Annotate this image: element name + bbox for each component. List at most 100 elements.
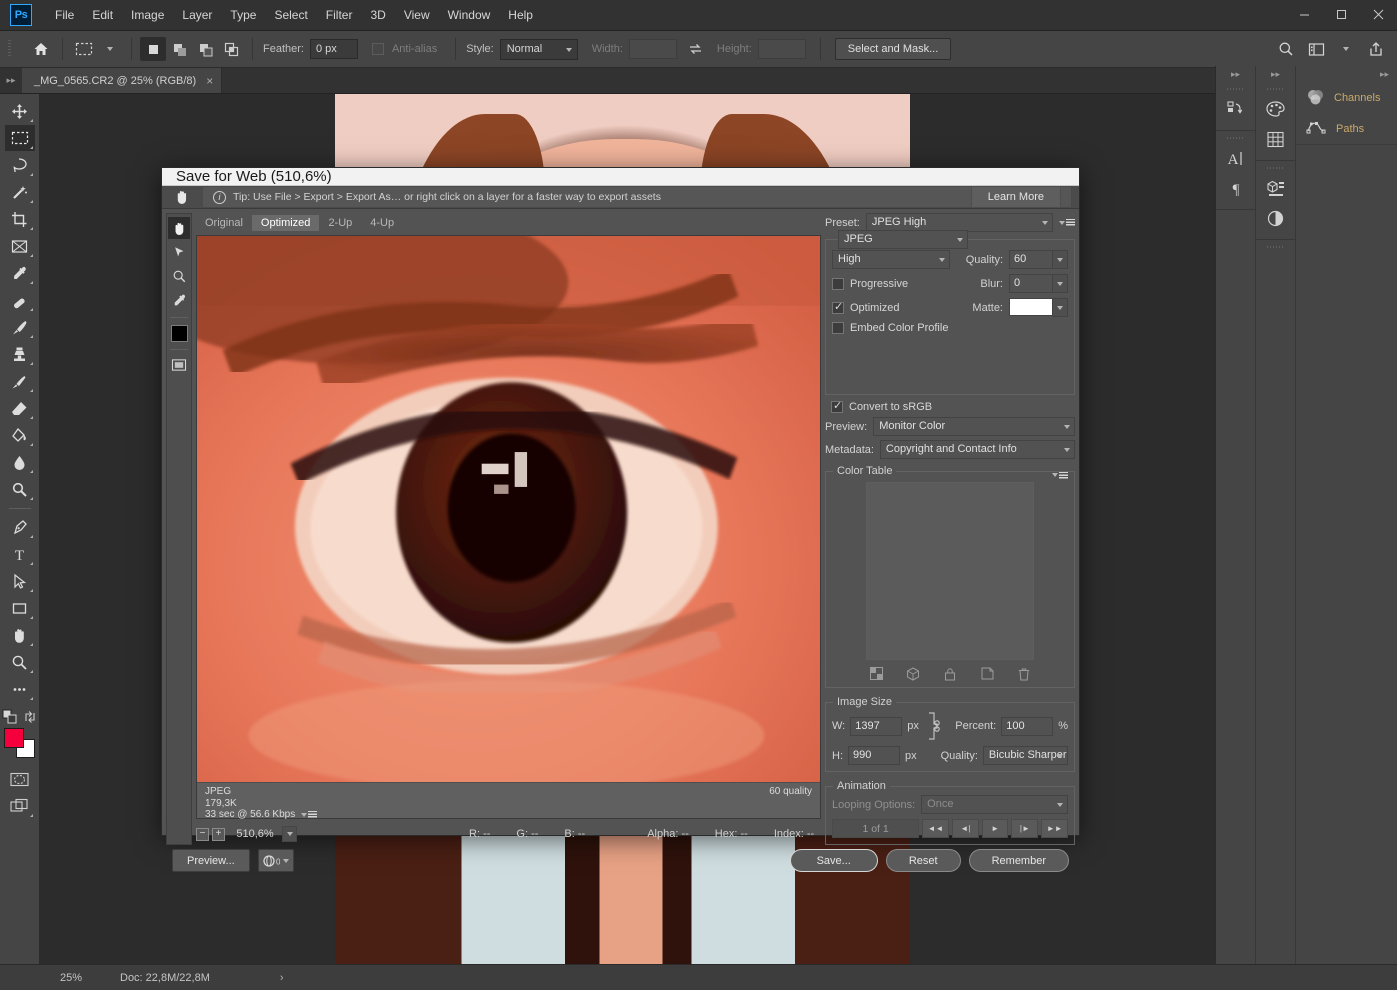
image-width-input[interactable]: 1397 (850, 717, 902, 736)
embed-color-profile-checkbox-row[interactable]: Embed Color Profile (832, 322, 948, 334)
rectangular-marquee-icon[interactable] (71, 37, 97, 61)
subtract-from-selection-button[interactable] (192, 37, 218, 61)
quick-mask-icon[interactable] (5, 766, 35, 792)
select-and-mask-button[interactable]: Select and Mask... (835, 38, 952, 60)
status-expand-arrow-icon[interactable]: › (280, 972, 284, 984)
eraser-tool[interactable] (5, 395, 35, 421)
zoom-out-button[interactable]: − (196, 828, 209, 841)
play-icon[interactable]: ► (982, 819, 1009, 838)
progressive-checkbox[interactable] (832, 278, 844, 290)
clone-stamp-tool[interactable] (5, 341, 35, 367)
minimize-button[interactable] (1286, 0, 1323, 29)
file-format-select[interactable]: JPEG (838, 230, 968, 249)
blur-stepper[interactable] (1053, 274, 1068, 293)
edit-toolbar-tool[interactable] (5, 676, 35, 702)
tab-original[interactable]: Original (196, 215, 252, 231)
dock-grip[interactable] (1267, 85, 1285, 93)
remember-button[interactable]: Remember (969, 849, 1069, 872)
optimized-preview-image[interactable] (197, 236, 820, 782)
first-frame-icon[interactable]: ◄◄ (922, 819, 949, 838)
matte-color-swatch[interactable] (1009, 298, 1053, 316)
zoom-level-value[interactable]: 510,6% (228, 828, 282, 840)
width-input[interactable] (629, 39, 677, 59)
metadata-select[interactable]: Copyright and Contact Info (880, 440, 1075, 459)
menu-select[interactable]: Select (265, 0, 316, 31)
swap-dimensions-icon[interactable] (683, 37, 709, 61)
compression-quality-select[interactable]: High (832, 250, 950, 269)
character-icon[interactable]: A (1221, 144, 1251, 172)
new-selection-button[interactable] (140, 37, 166, 61)
embed-color-profile-checkbox[interactable] (832, 322, 844, 334)
learn-more-button[interactable]: Learn More (971, 186, 1061, 208)
save-button[interactable]: Save... (790, 849, 878, 872)
path-selection-tool[interactable] (5, 568, 35, 594)
resample-quality-select[interactable]: Bicubic Sharper (983, 746, 1068, 765)
history-brush-tool[interactable] (5, 368, 35, 394)
eyedropper-tool[interactable] (168, 289, 190, 311)
slice-select-tool[interactable] (168, 241, 190, 263)
workspace-icon[interactable] (1303, 37, 1329, 61)
quality-input[interactable]: 60 (1009, 250, 1053, 269)
intersect-selection-button[interactable] (218, 37, 244, 61)
menu-edit[interactable]: Edit (83, 0, 122, 31)
menu-filter[interactable]: Filter (317, 0, 362, 31)
rectangular-marquee-tool[interactable] (5, 125, 35, 151)
dock-collapse-icon-1[interactable]: ▸▸ (1216, 66, 1255, 82)
optimized-checkbox-row[interactable]: Optimized (832, 302, 900, 314)
color-table-panel-menu-icon[interactable] (1052, 468, 1068, 482)
gradient-tool[interactable] (5, 422, 35, 448)
magic-wand-tool[interactable] (5, 179, 35, 205)
close-icon[interactable]: × (206, 74, 213, 88)
maximize-button[interactable] (1323, 0, 1360, 29)
blur-tool[interactable] (5, 449, 35, 475)
matte-dropdown[interactable] (1053, 298, 1068, 317)
quality-stepper[interactable] (1053, 250, 1068, 269)
hand-tool[interactable] (5, 622, 35, 648)
dock-grip[interactable] (1227, 85, 1245, 93)
pen-tool[interactable] (5, 514, 35, 540)
looping-options-select[interactable]: Once (921, 795, 1068, 814)
color-table-swatches[interactable] (866, 482, 1034, 660)
delete-icon[interactable] (1016, 666, 1032, 681)
eyedropper-color-swatch[interactable] (171, 325, 188, 342)
last-frame-icon[interactable]: ►► (1041, 819, 1068, 838)
panel-tab-channels[interactable]: Channels (1296, 82, 1397, 113)
hand-tool[interactable] (168, 217, 190, 239)
panel-menu-icon[interactable] (301, 811, 317, 818)
adjustments-icon[interactable] (1261, 204, 1291, 232)
crop-tool[interactable] (5, 206, 35, 232)
tab-2-up[interactable]: 2-Up (319, 215, 361, 231)
blur-input[interactable]: 0 (1009, 274, 1053, 293)
frame-tool[interactable] (5, 233, 35, 259)
tab-optimized[interactable]: Optimized (252, 215, 320, 231)
lock-icon[interactable] (942, 666, 958, 681)
zoom-tool[interactable] (168, 265, 190, 287)
add-to-selection-button[interactable] (166, 37, 192, 61)
preview-color-select[interactable]: Monitor Color (873, 417, 1075, 436)
zoom-in-button[interactable]: + (212, 828, 225, 841)
panel-collapse-bar[interactable]: ▸▸ (1296, 66, 1397, 82)
convert-srgb-checkbox[interactable] (831, 401, 843, 413)
share-icon[interactable] (1363, 37, 1389, 61)
link-constrain-icon[interactable] (926, 711, 940, 741)
feather-input[interactable]: 0 px (310, 39, 358, 59)
menu-view[interactable]: View (395, 0, 439, 31)
options-bar-grip[interactable] (6, 40, 16, 58)
move-tool[interactable] (5, 98, 35, 124)
history-icon[interactable] (1221, 95, 1251, 123)
menu-3d[interactable]: 3D (361, 0, 394, 31)
image-height-input[interactable]: 990 (848, 746, 900, 765)
healing-brush-tool[interactable] (5, 287, 35, 313)
previous-frame-icon[interactable]: ◄| (952, 819, 979, 838)
3d-icon[interactable] (1261, 174, 1291, 202)
default-colors-icon[interactable] (2, 709, 19, 725)
zoom-tool[interactable] (5, 649, 35, 675)
progressive-checkbox-row[interactable]: Progressive (832, 278, 908, 290)
height-input[interactable] (758, 39, 806, 59)
menu-image[interactable]: Image (122, 0, 173, 31)
browser-preview-button[interactable]: 0 (258, 849, 294, 872)
optimized-checkbox[interactable] (832, 302, 844, 314)
style-select[interactable]: Normal (500, 39, 578, 60)
chevron-down-icon[interactable] (1333, 37, 1359, 61)
menu-type[interactable]: Type (221, 0, 265, 31)
